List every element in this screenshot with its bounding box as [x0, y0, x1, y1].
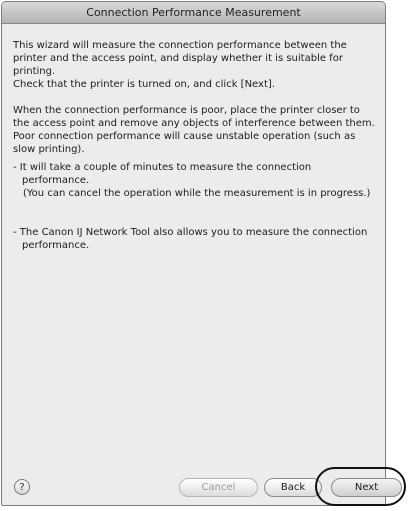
- advice-text-1: When the connection performance is poor,…: [13, 105, 375, 129]
- next-button-highlight: [315, 467, 406, 506]
- intro-text-1: This wizard will measure the connection …: [13, 40, 347, 77]
- note-cancel: (You can cancel the operation while the …: [23, 188, 371, 199]
- advice-text-2: Poor connection performance will cause u…: [13, 131, 356, 155]
- window-title: Connection Performance Measurement: [2, 2, 385, 24]
- note-network-tool: - The Canon IJ Network Tool also allows …: [13, 227, 368, 251]
- wizard-content: This wizard will measure the connection …: [13, 39, 377, 252]
- cancel-button[interactable]: Cancel: [179, 478, 258, 497]
- intro-text-2: Check that the printer is turned on, and…: [13, 79, 275, 90]
- note-duration: - It will take a couple of minutes to me…: [13, 162, 312, 186]
- help-button[interactable]: ?: [14, 479, 30, 495]
- back-button[interactable]: Back: [264, 478, 322, 497]
